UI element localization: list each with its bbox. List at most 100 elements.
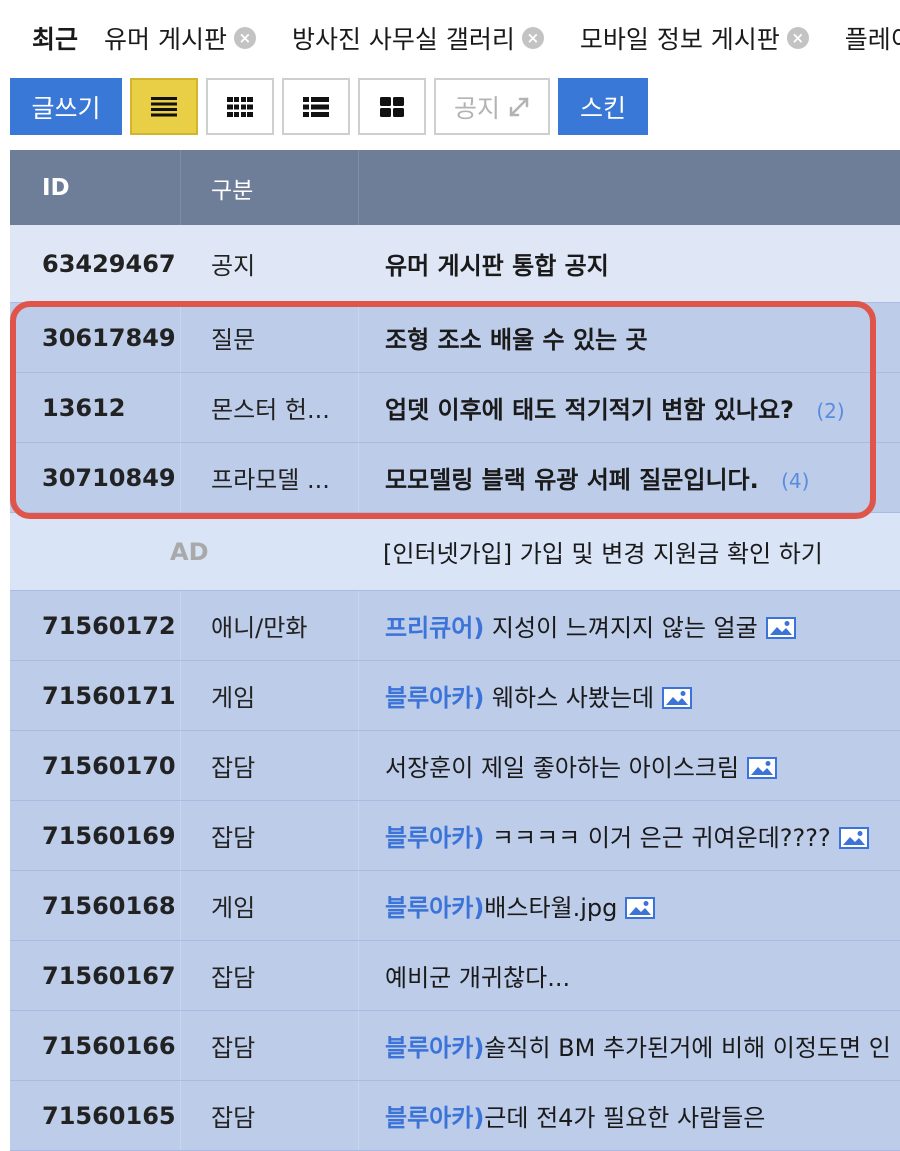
post-title[interactable]: 업뎃 이후에 태도 적기적기 변함 있나요? <box>385 396 794 424</box>
comment-count: (4) <box>781 469 810 493</box>
post-title-cell[interactable]: 블루아카) 웨하스 사봤는데 <box>359 678 900 713</box>
table-row[interactable]: 71560165 잡담 블루아카)근데 전4가 필요한 사람들은 <box>10 1081 900 1151</box>
table-row[interactable]: 71560172 애니/만화 프리큐어) 지성이 느껴지지 않는 얼굴 <box>10 591 900 661</box>
post-title-cell[interactable]: 업뎃 이후에 태도 적기적기 변함 있나요? (2) <box>359 390 900 425</box>
post-id: 30710849 <box>10 443 181 512</box>
write-button[interactable]: 글쓰기 <box>10 78 122 135</box>
image-icon <box>765 617 796 639</box>
post-title[interactable]: 솔직히 BM 추가된거에 비해 이정도면 인 <box>484 1034 891 1062</box>
post-id: 71560171 <box>10 661 181 730</box>
recent-tab-mobile-info[interactable]: 모바일 정보 게시판 × <box>580 20 809 56</box>
board-table: ID 구분 63429467 공지 유머 게시판 통합 공지 30617849 … <box>10 150 900 1151</box>
post-id: 71560166 <box>10 1011 181 1080</box>
table-row[interactable]: 71560168 게임 블루아카)배스타월.jpg <box>10 871 900 941</box>
ad-row[interactable]: AD [인터넷가입] 가입 및 변경 지원금 확인 하기 <box>10 513 900 591</box>
table-row[interactable]: 71560167 잡담 예비군 개귀찮다... <box>10 941 900 1011</box>
recent-tab-play[interactable]: 플레이 <box>845 20 900 56</box>
post-title-cell[interactable]: 블루아카) ㅋㅋㅋㅋ 이거 은근 귀여운데???? <box>359 818 900 853</box>
recent-tab-label: 모바일 정보 게시판 <box>579 25 780 54</box>
image-icon <box>625 897 656 919</box>
list-thumb-view-icon <box>303 96 329 117</box>
table-row[interactable]: 30617849 질문 조형 조소 배울 수 있는 곳 <box>10 303 900 373</box>
post-title[interactable]: 조형 조소 배울 수 있는 곳 <box>385 326 648 354</box>
recent-tab-room-gallery[interactable]: 방사진 사무실 갤러리 × <box>292 20 544 56</box>
post-category: 질문 <box>181 303 359 372</box>
header-id: ID <box>10 150 181 225</box>
post-id: 63429467 <box>10 225 181 302</box>
notice-row[interactable]: 63429467 공지 유머 게시판 통합 공지 <box>10 225 900 303</box>
post-title-cell[interactable]: 블루아카)솔직히 BM 추가된거에 비해 이정도면 인 <box>359 1028 900 1063</box>
close-icon[interactable]: × <box>233 27 256 49</box>
post-title-cell[interactable]: 블루아카)근데 전4가 필요한 사람들은 <box>359 1098 900 1133</box>
list-thumb-view-button[interactable] <box>282 78 350 135</box>
post-title-cell[interactable]: 예비군 개귀찮다... <box>359 958 900 993</box>
post-category: 공지 <box>181 225 359 302</box>
post-category: 잡담 <box>181 801 359 870</box>
post-title[interactable]: 서장훈이 제일 좋아하는 아이스크림 <box>385 754 739 782</box>
post-id: 71560169 <box>10 801 181 870</box>
table-row[interactable]: 71560166 잡담 블루아카)솔직히 BM 추가된거에 비해 이정도면 인 <box>10 1011 900 1081</box>
post-title[interactable]: 모모델링 블랙 유광 서페 질문입니다. <box>385 466 759 494</box>
list-view-icon <box>151 96 177 116</box>
skin-button[interactable]: 스킨 <box>558 78 648 135</box>
post-title[interactable]: 웨하스 사봤는데 <box>484 684 654 712</box>
close-icon[interactable]: × <box>521 27 544 49</box>
post-title-cell[interactable]: 블루아카)배스타월.jpg <box>359 888 900 923</box>
post-id: 13612 <box>10 373 181 442</box>
post-category: 프라모델 ... <box>181 443 359 512</box>
post-category: 애니/만화 <box>181 591 359 660</box>
post-id: 71560172 <box>10 591 181 660</box>
post-title-cell[interactable]: 프리큐어) 지성이 느껴지지 않는 얼굴 <box>359 608 900 643</box>
recent-tab-humor[interactable]: 유머 게시판 × <box>104 20 256 56</box>
post-prefix: 블루아카) <box>385 824 485 852</box>
post-title[interactable]: 배스타월.jpg <box>484 894 617 922</box>
ad-label: AD <box>170 537 209 566</box>
recent-tab-label: 유머 게시판 <box>104 25 227 54</box>
post-title-cell[interactable]: 모모델링 블랙 유광 서페 질문입니다. (4) <box>359 460 900 495</box>
post-title[interactable]: 유머 게시판 통합 공지 <box>359 246 900 281</box>
post-title[interactable]: ㅋㅋㅋㅋ 이거 은근 귀여운데???? <box>484 824 831 852</box>
post-title[interactable]: 근데 전4가 필요한 사람들은 <box>484 1104 765 1132</box>
table-row[interactable]: 71560171 게임 블루아카) 웨하스 사봤는데 <box>10 661 900 731</box>
grid-small-view-icon <box>227 96 253 117</box>
grid-large-view-icon <box>380 96 404 117</box>
table-header: ID 구분 <box>10 150 900 225</box>
close-icon[interactable]: × <box>786 27 809 49</box>
table-row[interactable]: 71560170 잡담 서장훈이 제일 좋아하는 아이스크림 <box>10 731 900 801</box>
post-title[interactable]: 예비군 개귀찮다... <box>385 964 570 992</box>
post-category: 잡담 <box>181 941 359 1010</box>
table-row[interactable]: 13612 몬스터 헌... 업뎃 이후에 태도 적기적기 변함 있나요? (2… <box>10 373 900 443</box>
grid-large-view-button[interactable] <box>358 78 426 135</box>
post-category: 게임 <box>181 871 359 940</box>
table-row[interactable]: 71560169 잡담 블루아카) ㅋㅋㅋㅋ 이거 은근 귀여운데???? <box>10 801 900 871</box>
post-title[interactable]: 지성이 느껴지지 않는 얼굴 <box>484 614 758 642</box>
header-category: 구분 <box>181 150 359 225</box>
post-id: 71560165 <box>10 1081 181 1150</box>
recent-tab-label: 방사진 사무실 갤러리 <box>291 25 515 54</box>
ad-title[interactable]: [인터넷가입] 가입 및 변경 지원금 확인 하기 <box>359 534 900 569</box>
notice-toggle-button[interactable]: 공지 <box>434 78 550 135</box>
post-title-cell[interactable]: 조형 조소 배울 수 있는 곳 <box>359 320 900 355</box>
post-prefix: 프리큐어) <box>385 614 485 642</box>
post-id: 71560167 <box>10 941 181 1010</box>
image-icon <box>838 827 869 849</box>
recent-tab-label: 플레이 <box>844 25 900 54</box>
post-category: 잡담 <box>181 731 359 800</box>
image-icon <box>747 757 778 779</box>
table-row[interactable]: 30710849 프라모델 ... 모모델링 블랙 유광 서페 질문입니다. (… <box>10 443 900 513</box>
expand-arrows-icon <box>509 97 529 116</box>
list-view-button[interactable] <box>130 78 198 135</box>
post-list: 71560172 애니/만화 프리큐어) 지성이 느껴지지 않는 얼굴 7156017… <box>10 591 900 1151</box>
post-category: 잡담 <box>181 1081 359 1150</box>
recent-tabs-bar: 최근 유머 게시판 × 방사진 사무실 갤러리 × 모바일 정보 게시판 × 플… <box>0 0 900 76</box>
post-prefix: 블루아카) <box>385 894 485 922</box>
post-prefix: 블루아카) <box>385 1034 485 1062</box>
image-icon <box>662 687 693 709</box>
post-id: 30617849 <box>10 303 181 372</box>
post-id: 71560168 <box>10 871 181 940</box>
board-toolbar: 글쓰기 공지 스킨 <box>10 78 656 135</box>
post-prefix: 블루아카) <box>385 1104 485 1132</box>
grid-small-view-button[interactable] <box>206 78 274 135</box>
post-title-cell[interactable]: 서장훈이 제일 좋아하는 아이스크림 <box>359 748 900 783</box>
post-category: 게임 <box>181 661 359 730</box>
